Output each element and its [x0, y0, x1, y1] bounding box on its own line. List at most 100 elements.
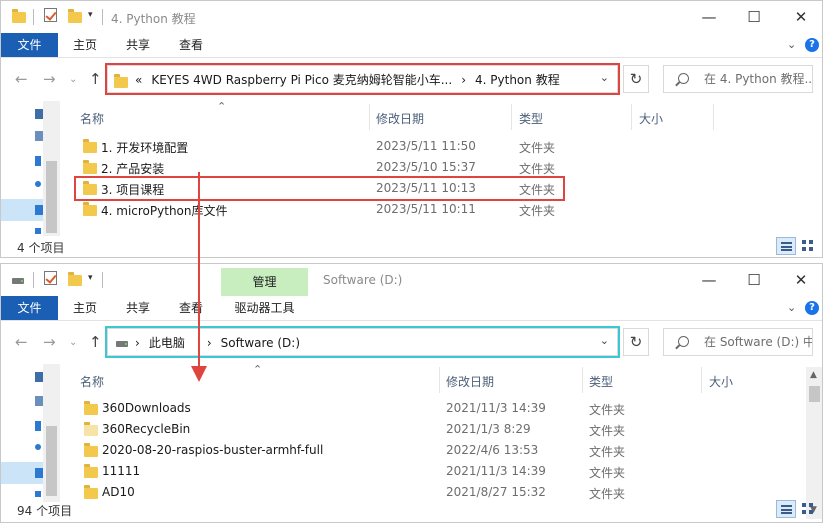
- details-view-icon[interactable]: [776, 237, 796, 255]
- large-icons-view-icon[interactable]: [799, 500, 817, 518]
- new-folder-icon[interactable]: [67, 271, 83, 287]
- maximize-icon[interactable]: ☐: [739, 5, 769, 29]
- nav-item-icon[interactable]: [35, 109, 43, 119]
- up-arrow-icon[interactable]: ↑: [89, 333, 102, 351]
- back-arrow-icon[interactable]: ←: [15, 70, 28, 88]
- search-input[interactable]: 在 Software (D:) 中...: [663, 328, 813, 356]
- column-type[interactable]: 类型: [519, 110, 543, 127]
- tab-home[interactable]: 主页: [65, 296, 105, 320]
- nav-item-icon[interactable]: [35, 181, 41, 187]
- column-name[interactable]: 名称: [80, 110, 104, 127]
- scrollbar-thumb[interactable]: [46, 426, 57, 496]
- help-icon[interactable]: ?: [805, 38, 819, 52]
- forward-arrow-icon[interactable]: →: [43, 333, 56, 351]
- tab-view[interactable]: 查看: [171, 296, 211, 320]
- file-list-scrollbar[interactable]: ▲ ▼: [806, 367, 822, 519]
- column-size[interactable]: 大小: [709, 373, 733, 390]
- file-date: 2022/4/6 13:53: [446, 443, 539, 457]
- maximize-icon[interactable]: ☐: [739, 268, 769, 292]
- nav-pane-scrollbar[interactable]: [43, 101, 60, 236]
- scroll-up-icon[interactable]: ▲: [810, 370, 817, 380]
- table-row[interactable]: 360Downloads 2021/11/3 14:39 文件夹: [71, 398, 641, 419]
- column-divider[interactable]: [713, 104, 714, 130]
- recent-dropdown-icon[interactable]: ⌄: [69, 71, 77, 89]
- refresh-icon[interactable]: ↻: [623, 65, 649, 93]
- divider: [33, 9, 34, 25]
- nav-item-icon[interactable]: [35, 491, 41, 497]
- table-row[interactable]: AD10 2021/8/27 15:32 文件夹: [71, 482, 641, 503]
- close-icon[interactable]: ✕: [786, 5, 816, 29]
- tab-share[interactable]: 共享: [118, 33, 158, 57]
- table-row[interactable]: 2. 产品安装 2023/5/10 15:37 文件夹: [71, 157, 571, 178]
- tab-share[interactable]: 共享: [118, 296, 158, 320]
- table-row[interactable]: 11111 2021/11/3 14:39 文件夹: [71, 461, 641, 482]
- explorer-window-python: ▾ 4. Python 教程 — ☐ ✕ 文件 主页 共享 查看 ⌄ ? ← →…: [0, 0, 823, 258]
- tab-drive-tools[interactable]: 驱动器工具: [221, 296, 308, 320]
- nav-item-icon[interactable]: [35, 372, 43, 382]
- nav-item-icon[interactable]: [35, 396, 43, 406]
- forward-arrow-icon[interactable]: →: [43, 70, 56, 88]
- nav-pane-scrollbar[interactable]: [43, 364, 60, 502]
- nav-item-icon[interactable]: [35, 156, 41, 166]
- nav-item-icon[interactable]: [35, 468, 43, 478]
- details-view-icon[interactable]: [776, 500, 796, 518]
- column-type[interactable]: 类型: [589, 373, 613, 390]
- table-row[interactable]: 360RecycleBin 2021/1/3 8:29 文件夹: [71, 419, 641, 440]
- nav-item-icon[interactable]: [35, 205, 43, 215]
- divider: [33, 272, 34, 288]
- ribbon-expand-icon[interactable]: ⌄: [787, 38, 796, 51]
- column-divider[interactable]: [511, 104, 512, 130]
- minimize-icon[interactable]: —: [694, 268, 724, 292]
- scrollbar-thumb[interactable]: [46, 161, 57, 233]
- back-arrow-icon[interactable]: ←: [15, 333, 28, 351]
- file-name: 2020-08-20-raspios-buster-armhf-full: [102, 443, 324, 457]
- table-row[interactable]: 4. microPython库文件 2023/5/11 10:11 文件夹: [71, 199, 571, 220]
- new-folder-icon[interactable]: [67, 8, 83, 24]
- tab-manage[interactable]: 管理: [221, 268, 308, 296]
- column-divider[interactable]: [582, 367, 583, 393]
- table-row[interactable]: 2020-08-20-raspios-buster-armhf-full 202…: [71, 440, 641, 461]
- column-date[interactable]: 修改日期: [376, 110, 424, 127]
- tab-file[interactable]: 文件: [1, 296, 58, 320]
- file-date: 2021/1/3 8:29: [446, 422, 531, 436]
- file-type: 文件夹: [589, 403, 626, 417]
- navigation-bar: ← → ⌄ ↑ «KEYES 4WD Raspberry Pi Pico 麦克纳…: [1, 59, 822, 99]
- scrollbar-thumb[interactable]: [809, 386, 820, 402]
- navigation-pane[interactable]: [1, 101, 43, 236]
- title-bar: ▾ 管理 Software (D:) — ☐ ✕: [1, 264, 822, 296]
- column-date[interactable]: 修改日期: [446, 373, 494, 390]
- file-type: 文件夹: [519, 162, 556, 176]
- nav-item-icon[interactable]: [35, 228, 41, 234]
- folder-icon: [84, 401, 98, 415]
- tab-file[interactable]: 文件: [1, 33, 58, 57]
- column-size[interactable]: 大小: [639, 110, 663, 127]
- close-icon[interactable]: ✕: [786, 268, 816, 292]
- properties-check-icon[interactable]: [44, 8, 57, 22]
- refresh-icon[interactable]: ↻: [623, 328, 649, 356]
- nav-item-icon[interactable]: [35, 444, 41, 450]
- drive-icon: [11, 271, 27, 287]
- recent-dropdown-icon[interactable]: ⌄: [69, 334, 77, 352]
- tab-home[interactable]: 主页: [65, 33, 105, 57]
- column-divider[interactable]: [369, 104, 370, 130]
- minimize-icon[interactable]: —: [694, 5, 724, 29]
- column-divider[interactable]: [701, 367, 702, 393]
- up-arrow-icon[interactable]: ↑: [89, 70, 102, 88]
- search-input[interactable]: 在 4. Python 教程...: [663, 65, 813, 93]
- search-icon: [678, 336, 689, 347]
- table-row[interactable]: 1. 开发环境配置 2023/5/11 11:50 文件夹: [71, 136, 571, 157]
- column-name[interactable]: 名称: [80, 373, 104, 390]
- nav-item-icon[interactable]: [35, 421, 41, 431]
- large-icons-view-icon[interactable]: [799, 237, 817, 255]
- help-icon[interactable]: ?: [805, 301, 819, 315]
- highlight-box: [105, 63, 620, 95]
- nav-item-icon[interactable]: [35, 131, 43, 141]
- column-divider[interactable]: [631, 104, 632, 130]
- properties-check-icon[interactable]: [44, 271, 57, 285]
- tab-view[interactable]: 查看: [171, 33, 211, 57]
- file-date: 2023/5/11 10:11: [376, 202, 476, 216]
- status-item-count: 94 个项目: [17, 504, 73, 518]
- ribbon-expand-icon[interactable]: ⌄: [787, 301, 796, 314]
- column-divider[interactable]: [439, 367, 440, 393]
- navigation-pane[interactable]: [1, 364, 43, 502]
